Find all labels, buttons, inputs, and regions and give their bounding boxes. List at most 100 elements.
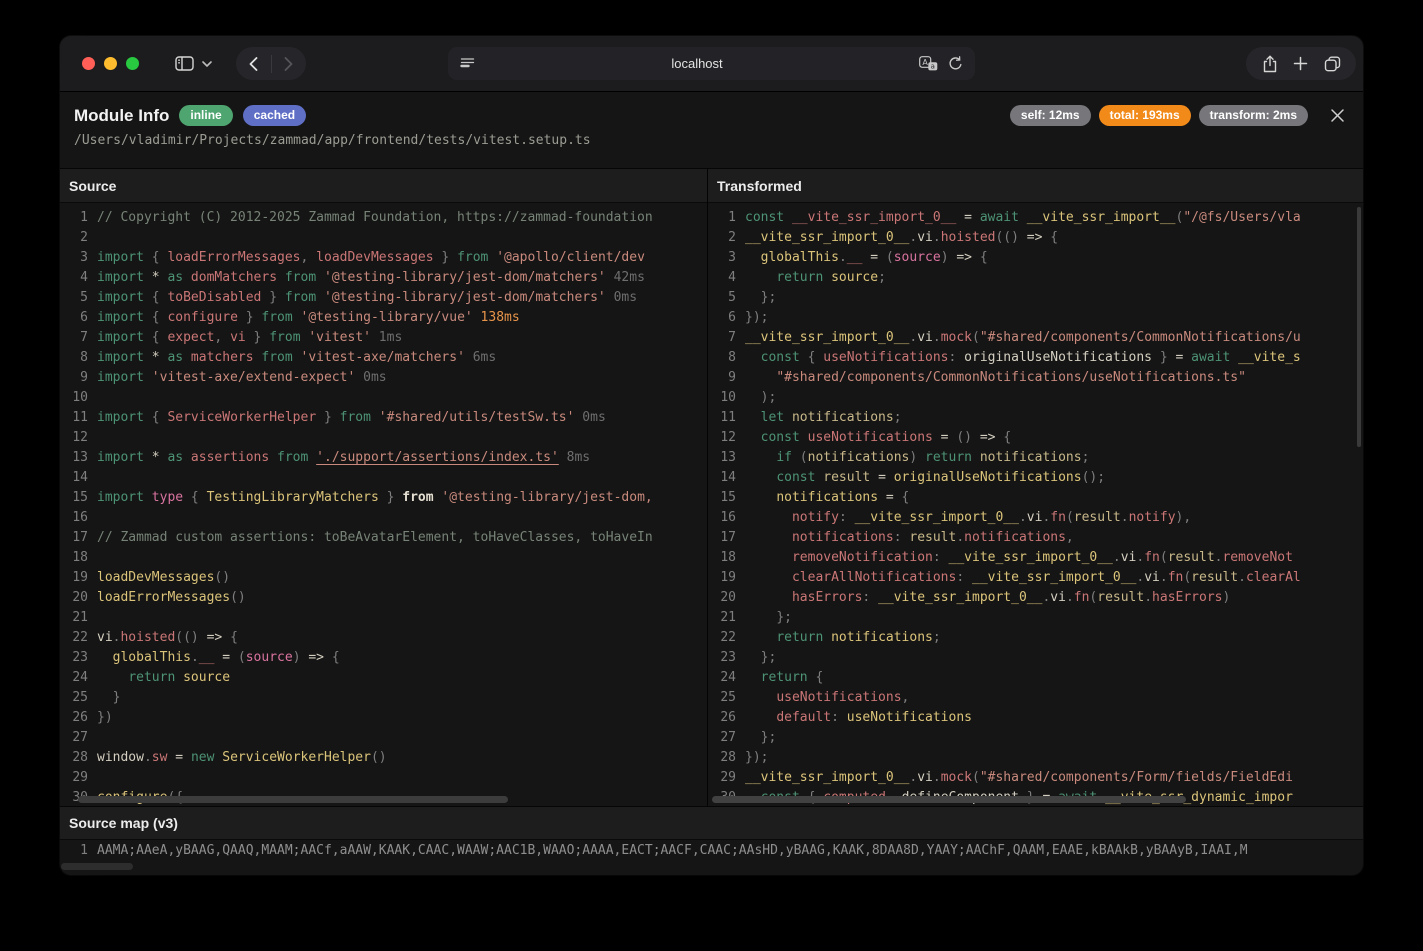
- code-token: {: [902, 490, 910, 505]
- new-tab-button[interactable]: [1293, 56, 1308, 71]
- code-token: ((): [175, 630, 206, 645]
- code-token: 'vitest-axe/matchers': [293, 350, 465, 365]
- code-token: sw: [152, 750, 168, 765]
- code-token: clearAllNotifications: [792, 570, 956, 585]
- code-token: __vite_ssr_import_0__: [949, 550, 1113, 565]
- code-token: result: [909, 530, 956, 545]
- code-token: });: [745, 750, 768, 765]
- code-token: hoisted: [941, 230, 996, 245]
- code-text: import { expect, vi } from 'vitest' 1ms: [97, 328, 402, 348]
- reload-button[interactable]: [948, 56, 963, 71]
- code-text: import { toBeDisabled } from '@testing-l…: [97, 288, 637, 308]
- line-number: 2: [708, 228, 736, 248]
- code-token: :: [831, 710, 847, 725]
- line-number: 26: [60, 708, 88, 728]
- address-bar[interactable]: localhost A a: [448, 47, 975, 80]
- code-line: 20 hasErrors: __vite_ssr_import_0__.vi.f…: [708, 588, 1363, 608]
- code-text: const useNotifications = () => {: [745, 428, 1011, 448]
- transformed-code-view[interactable]: 1const __vite_ssr_import_0__ = await __v…: [708, 203, 1363, 806]
- svg-text:a: a: [931, 63, 935, 71]
- window-minimize-button[interactable]: [104, 57, 117, 70]
- code-token: fn: [1144, 550, 1160, 565]
- code-token: notifications: [776, 490, 878, 505]
- code-token: from: [269, 330, 300, 345]
- back-button[interactable]: [237, 47, 271, 80]
- code-token: result: [1168, 550, 1215, 565]
- code-token: source: [175, 670, 230, 685]
- sourcemap-view[interactable]: 1AAMA;AAeA,yBAAG,QAAQ,MAAM;AACf,aAAW,KAA…: [60, 840, 1363, 860]
- url-text[interactable]: localhost: [475, 56, 919, 71]
- code-token: [308, 450, 316, 465]
- code-line: 12 const useNotifications = () => {: [708, 428, 1363, 448]
- code-text: };: [745, 728, 776, 748]
- code-line: 13import * as assertions from './support…: [60, 448, 707, 468]
- code-token: import: [97, 450, 144, 465]
- line-number: 16: [60, 508, 88, 528]
- code-token: await: [980, 210, 1019, 225]
- reader-button[interactable]: [460, 57, 475, 70]
- code-token: __vite_ssr_import__: [1019, 210, 1176, 225]
- code-token: =>: [1019, 230, 1050, 245]
- code-text: import { ServiceWorkerHelper } from '#sh…: [97, 408, 606, 428]
- transformed-panel-title: Transformed: [708, 169, 1363, 203]
- window-close-button[interactable]: [82, 57, 95, 70]
- transformed-vertical-scrollbar[interactable]: [1357, 207, 1361, 447]
- code-token: TestingLibraryMatchers: [207, 490, 379, 505]
- close-button[interactable]: [1330, 108, 1345, 123]
- code-line: 25 useNotifications,: [708, 688, 1363, 708]
- source-horizontal-scrollbar[interactable]: [78, 796, 508, 803]
- window-zoom-button[interactable]: [126, 57, 139, 70]
- translate-button[interactable]: A a: [919, 56, 938, 71]
- code-token: vi: [1027, 510, 1043, 525]
- code-token: return: [761, 670, 808, 685]
- forward-button[interactable]: [272, 47, 306, 80]
- sidebar-toggle-button[interactable]: [162, 47, 224, 80]
- code-token: notifications: [964, 530, 1066, 545]
- code-token: :: [862, 590, 878, 605]
- code-token: 42ms: [606, 270, 645, 285]
- line-number: 7: [60, 328, 88, 348]
- code-token: from: [457, 250, 488, 265]
- source-code-view[interactable]: 1// Copyright (C) 2012-2025 Zammad Found…: [60, 203, 707, 806]
- code-token: =: [214, 650, 237, 665]
- line-number: 1: [708, 208, 736, 228]
- code-token: as: [167, 450, 183, 465]
- code-token: notifications: [808, 450, 910, 465]
- code-token: __vite_ssr_import_0__: [784, 210, 956, 225]
- code-line: 9import 'vitest-axe/extend-expect' 0ms: [60, 368, 707, 388]
- code-text: hasErrors: __vite_ssr_import_0__.vi.fn(r…: [745, 588, 1230, 608]
- code-token: vi: [97, 630, 113, 645]
- code-token: vi: [917, 330, 933, 345]
- code-token: import: [97, 330, 144, 345]
- code-token: return: [925, 450, 972, 465]
- code-token: {: [222, 630, 238, 645]
- sourcemap-horizontal-scrollbar[interactable]: [61, 863, 133, 870]
- code-token: =: [878, 490, 901, 505]
- transform-time-badge: transform: 2ms: [1199, 105, 1308, 126]
- code-token: AAMA;AAeA,yBAAG,QAAQ,MAAM;AACf,aAAW,KAAK…: [97, 843, 1248, 858]
- transformed-horizontal-scrollbar[interactable]: [712, 796, 1186, 803]
- line-number: 9: [60, 368, 88, 388]
- line-number: 22: [60, 628, 88, 648]
- code-text: AAMA;AAeA,yBAAG,QAAQ,MAAM;AACf,aAAW,KAAK…: [97, 841, 1248, 860]
- code-token: return: [128, 670, 175, 685]
- line-number: 4: [60, 268, 88, 288]
- code-token: [745, 430, 761, 445]
- code-token: {: [183, 490, 206, 505]
- code-token: '#shared/utils/testSw.ts': [371, 410, 575, 425]
- code-token: .: [933, 230, 941, 245]
- code-line: 8import * as matchers from 'vitest-axe/m…: [60, 348, 707, 368]
- code-token: vi: [1121, 550, 1137, 565]
- code-token: *: [144, 270, 167, 285]
- code-line: 8 const { useNotifications: originalUseN…: [708, 348, 1363, 368]
- code-token[interactable]: './support/assertions/index.ts': [316, 450, 559, 465]
- code-line: 15 notifications = {: [708, 488, 1363, 508]
- bottom-scroll-strip: [60, 860, 1363, 875]
- code-line: 22vi.hoisted(() => {: [60, 628, 707, 648]
- code-token: fn: [1074, 590, 1090, 605]
- tab-overview-button[interactable]: [1324, 56, 1341, 72]
- share-button[interactable]: [1262, 55, 1278, 73]
- code-line: 28window.sw = new ServiceWorkerHelper(): [60, 748, 707, 768]
- code-token: ;: [933, 630, 941, 645]
- code-token: '@apollo/client/dev: [488, 250, 645, 265]
